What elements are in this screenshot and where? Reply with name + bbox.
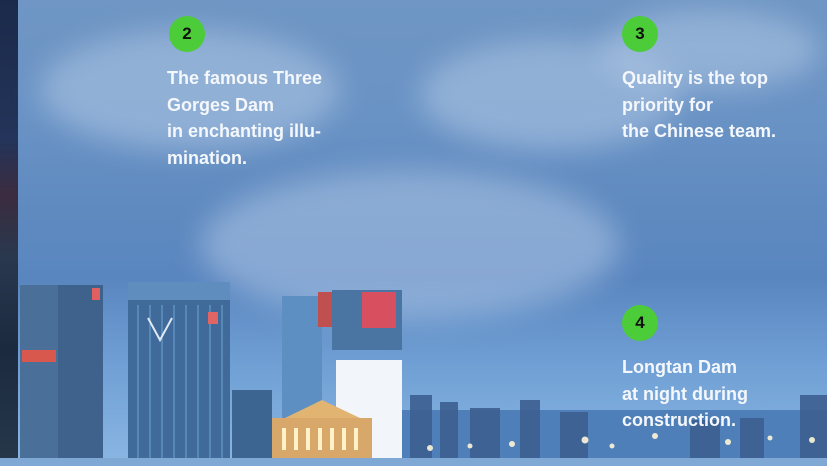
number-badge-2: 2	[169, 16, 205, 52]
caption-longtan: Longtan Dam at night during construction…	[622, 357, 748, 430]
caption-three-gorges: The famous Three Gorges Dam in enchantin…	[167, 68, 323, 168]
number-badge-4: 4	[622, 305, 658, 341]
city-night-photo: 2 The famous Three Gorges Dam in enchant…	[0, 0, 827, 466]
number-badge-3: 3	[622, 16, 658, 52]
tower-left-group	[20, 285, 103, 460]
caption-quality: Quality is the top priority for the Chin…	[622, 68, 777, 141]
bottom-border	[0, 458, 827, 466]
tower-center-left	[128, 282, 230, 460]
